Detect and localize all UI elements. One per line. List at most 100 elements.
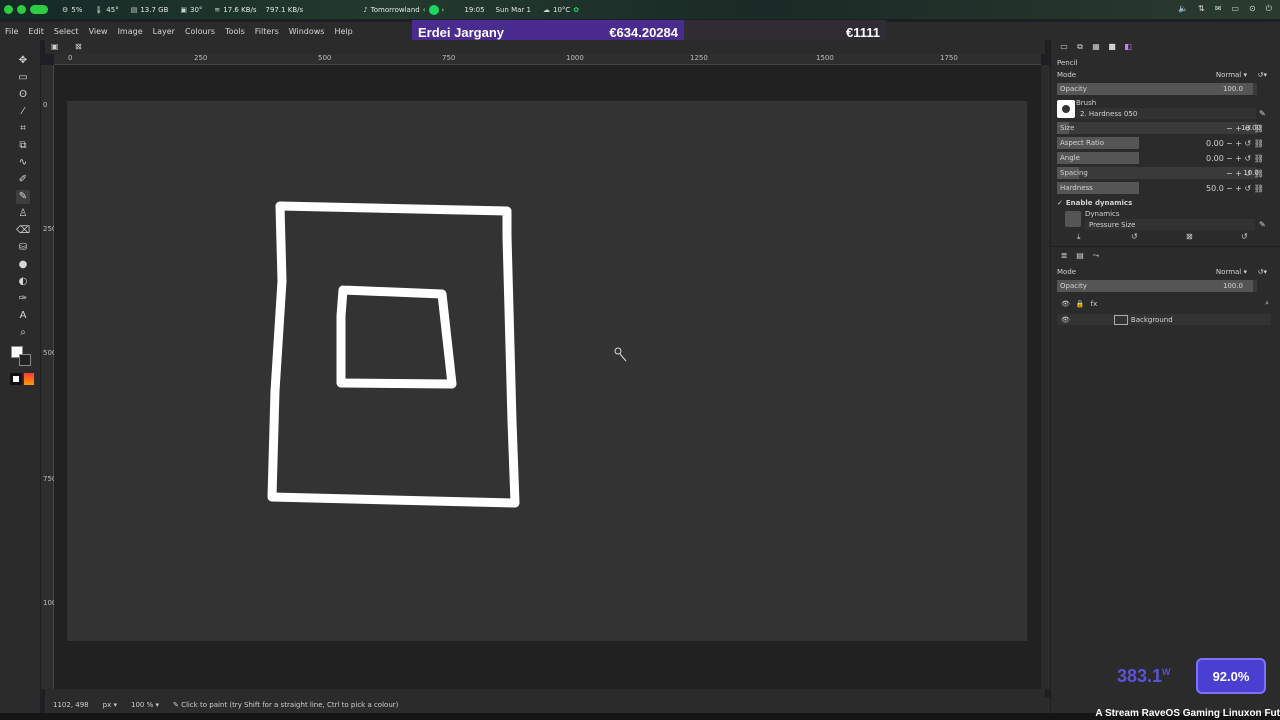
aspect-controls-icon[interactable]: − + ↺ ⛓ bbox=[1226, 139, 1264, 148]
rect-select-tool-icon[interactable]: ▭ bbox=[16, 71, 30, 85]
horizontal-scrollbar[interactable] bbox=[45, 689, 1045, 697]
menu-windows[interactable]: Windows bbox=[284, 27, 330, 36]
dynamics-thumbnail[interactable] bbox=[1065, 211, 1081, 227]
brush-preview-icon[interactable] bbox=[10, 373, 22, 385]
layer-mode-reset-icon[interactable]: ↺▾ bbox=[1258, 268, 1267, 276]
clone-tool-icon[interactable]: ♙ bbox=[16, 207, 30, 221]
fx-icon[interactable]: fx bbox=[1091, 300, 1098, 308]
edit-brush-icon[interactable]: ✎ bbox=[1259, 109, 1266, 118]
layer-visibility-icon[interactable]: 👁 bbox=[1061, 316, 1070, 324]
channels-tab-icon[interactable]: ▤ bbox=[1075, 251, 1085, 261]
window-maximize-dot[interactable] bbox=[30, 5, 48, 14]
spotify-icon[interactable] bbox=[428, 4, 439, 15]
menu-image[interactable]: Image bbox=[113, 27, 148, 36]
search-icon[interactable]: ⌕ bbox=[1265, 299, 1269, 308]
lasso-tool-icon[interactable]: ʘ bbox=[16, 88, 30, 102]
power-icon[interactable]: ⏻ bbox=[1266, 4, 1272, 14]
layers-tab-icon[interactable]: ≣ bbox=[1059, 251, 1069, 261]
clock[interactable]: 19:05 Sun Mar 1 bbox=[464, 6, 531, 14]
images-tab-icon[interactable]: ■ bbox=[1107, 42, 1117, 52]
network-icon[interactable]: ⇅ bbox=[1198, 4, 1205, 14]
layer-row[interactable]: 👁 Background bbox=[1057, 314, 1271, 325]
power-readout: 383.1W bbox=[1117, 666, 1171, 686]
lock-icon[interactable]: 🔒 bbox=[1076, 300, 1085, 308]
image-canvas[interactable] bbox=[67, 101, 1027, 641]
paths-tool-icon[interactable]: ✑ bbox=[16, 292, 30, 306]
bucket-fill-tool-icon[interactable]: ⛁ bbox=[16, 241, 30, 255]
smudge-tool-icon[interactable]: ● bbox=[16, 258, 30, 272]
menu-tools[interactable]: Tools bbox=[220, 27, 250, 36]
warp-tool-icon[interactable]: ∿ bbox=[16, 156, 30, 170]
enable-dynamics-checkbox[interactable]: ✓ Enable dynamics bbox=[1057, 197, 1271, 208]
aspect-ratio-slider[interactable]: Aspect Ratio bbox=[1057, 137, 1139, 149]
background-color-swatch[interactable] bbox=[19, 354, 31, 366]
pencil-tool-icon[interactable]: ✎ bbox=[16, 190, 30, 204]
layers-tabs: ≣ ▤ ⤳ bbox=[1059, 251, 1101, 263]
reset-options-icon[interactable]: ↺ bbox=[1241, 232, 1248, 241]
text-tool-icon[interactable]: A bbox=[16, 309, 30, 323]
device-status-tab-icon[interactable]: ⧉ bbox=[1075, 42, 1085, 52]
tool-mode-select[interactable]: Normal ▾ bbox=[1216, 71, 1247, 79]
undo-history-tab-icon[interactable]: ▦ bbox=[1091, 42, 1101, 52]
chevron-icon: ‹ bbox=[422, 5, 426, 14]
dynamics-name-field[interactable]: Pressure Size bbox=[1085, 219, 1255, 230]
edit-dynamics-icon[interactable]: ✎ bbox=[1259, 220, 1266, 229]
menu-colours[interactable]: Colours bbox=[180, 27, 220, 36]
image-thumb-icon[interactable]: ▣ bbox=[51, 42, 59, 51]
tool-opacity-slider[interactable]: Opacity 100.0 bbox=[1057, 83, 1257, 95]
menu-edit[interactable]: Edit bbox=[23, 27, 49, 36]
colors-tab-icon[interactable]: ◧ bbox=[1123, 42, 1133, 52]
menu-view[interactable]: View bbox=[84, 27, 113, 36]
speaker-icon[interactable]: 🔈 bbox=[1178, 4, 1188, 14]
brush-name-field[interactable]: 2. Hardness 050 bbox=[1076, 108, 1256, 119]
hardness-controls-icon[interactable]: − + ↺ ⛓ bbox=[1226, 184, 1264, 193]
vertical-scrollbar[interactable] bbox=[1041, 65, 1050, 689]
size-controls-icon[interactable]: − + ↺ ⛓ bbox=[1226, 124, 1264, 133]
crop-tool-icon[interactable]: ⌗ bbox=[16, 122, 30, 136]
color-picker-tool-icon[interactable]: ✐ bbox=[16, 173, 30, 187]
layer-mode-row: Mode Normal ▾ ↺▾ bbox=[1057, 267, 1267, 276]
paths-tab-icon[interactable]: ⤳ bbox=[1091, 251, 1101, 261]
save-options-icon[interactable]: ⤓ bbox=[1077, 232, 1081, 242]
close-icon[interactable]: ⊠ bbox=[75, 42, 82, 51]
layer-mode-select[interactable]: Normal ▾ bbox=[1216, 268, 1247, 276]
weather[interactable]: ☁ 10°C ✿ bbox=[543, 6, 579, 14]
tool-options-tab-icon[interactable]: ▭ bbox=[1059, 42, 1069, 52]
restore-options-icon[interactable]: ↺ bbox=[1131, 232, 1138, 241]
ruler-tick: 250 bbox=[194, 54, 208, 62]
unit-select[interactable]: px ▾ bbox=[103, 701, 117, 709]
angle-controls-icon[interactable]: − + ↺ ⛓ bbox=[1226, 154, 1264, 163]
delete-options-icon[interactable]: ⊠ bbox=[1186, 232, 1193, 241]
lock-icon[interactable]: ⊙ bbox=[1249, 4, 1256, 14]
window-minimize-dot[interactable] bbox=[17, 5, 26, 14]
dodge-tool-icon[interactable]: ◐ bbox=[16, 275, 30, 289]
move-tool-icon[interactable]: ✥ bbox=[16, 54, 30, 68]
window-close-dot[interactable] bbox=[4, 5, 13, 14]
ruler-tick: 0 bbox=[43, 101, 48, 109]
layer-name[interactable]: Background bbox=[1131, 316, 1173, 324]
reset-icon[interactable]: ↺▾ bbox=[1258, 71, 1267, 79]
menu-layer[interactable]: Layer bbox=[148, 27, 180, 36]
layer-opacity-slider[interactable]: Opacity 100.0 bbox=[1057, 280, 1257, 292]
display-icon[interactable]: ▭ bbox=[1231, 4, 1239, 14]
unified-transform-tool-icon[interactable]: ⧉ bbox=[16, 139, 30, 153]
ruler-tick: 1500 bbox=[816, 54, 834, 62]
percent-badge: 92.0% bbox=[1196, 658, 1266, 694]
menu-filters[interactable]: Filters bbox=[250, 27, 284, 36]
zoom-tool-icon[interactable]: ⌕ bbox=[16, 326, 30, 340]
menu-file[interactable]: File bbox=[0, 27, 23, 36]
eraser-tool-icon[interactable]: ⌫ bbox=[16, 224, 30, 238]
brush-thumbnail[interactable] bbox=[1057, 100, 1075, 118]
menu-help[interactable]: Help bbox=[329, 27, 357, 36]
zoom-select[interactable]: 100 % ▾ bbox=[131, 701, 159, 709]
fuzzy-select-tool-icon[interactable]: ⁄ bbox=[16, 105, 30, 119]
eye-icon[interactable]: 👁 bbox=[1061, 300, 1070, 308]
gradient-preview-icon[interactable] bbox=[24, 373, 34, 385]
hardness-slider[interactable]: Hardness bbox=[1057, 182, 1139, 194]
angle-slider[interactable]: Angle bbox=[1057, 152, 1139, 164]
canvas-viewport[interactable] bbox=[54, 65, 1041, 689]
spacing-controls-icon[interactable]: − + ↺ ⛓ bbox=[1226, 169, 1264, 178]
notification-icon[interactable]: ✉ bbox=[1215, 4, 1222, 14]
menu-select[interactable]: Select bbox=[49, 27, 84, 36]
now-playing[interactable]: ♪ Tomorrowland ‹ › bbox=[363, 4, 444, 15]
